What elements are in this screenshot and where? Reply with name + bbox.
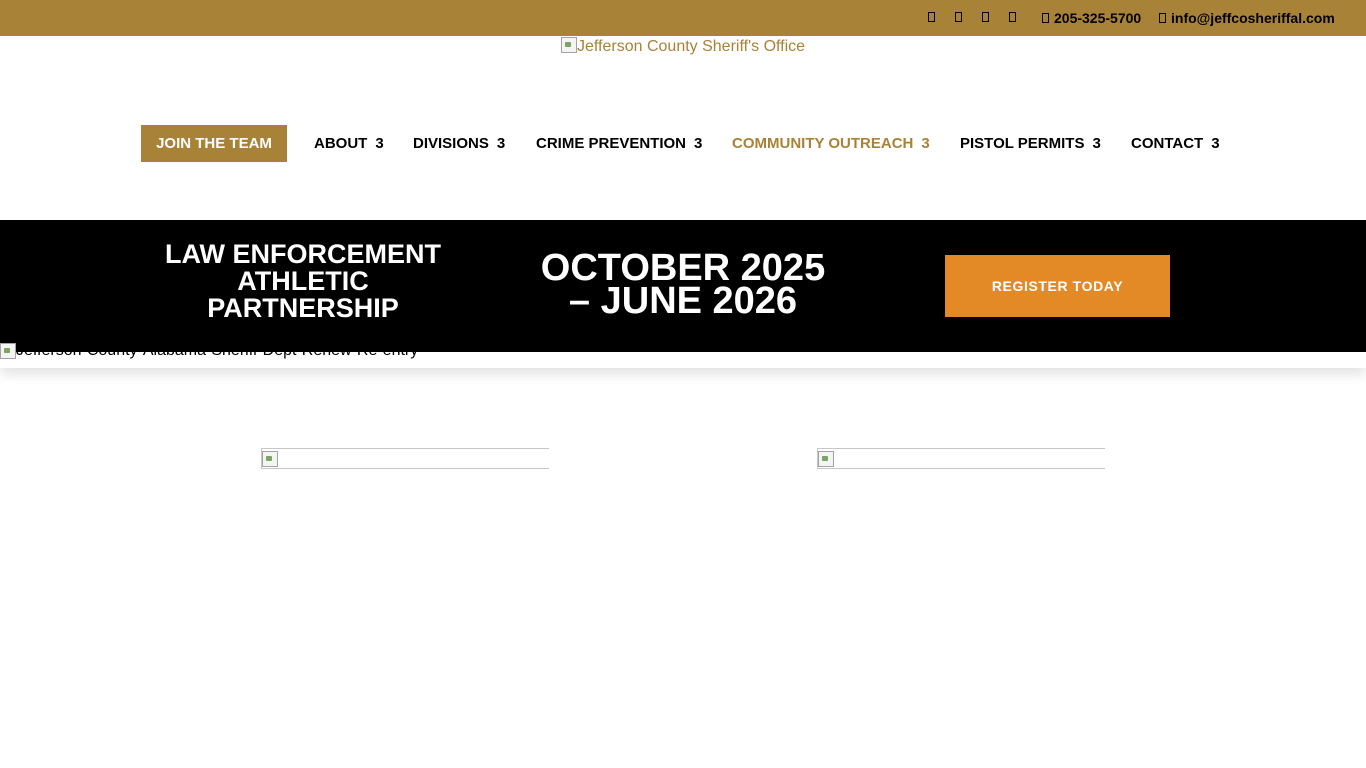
program-title-line: PARTNERSHIP [207, 293, 399, 323]
top-bar: 205-325-5700 info@jeffcosheriffal.com [0, 0, 1366, 36]
envelope-icon [1159, 13, 1166, 23]
youtube-icon[interactable] [1007, 11, 1017, 24]
broken-image-icon [561, 37, 577, 53]
facebook-icon[interactable] [926, 11, 936, 24]
email-address: info@jeffcosheriffal.com [1171, 10, 1335, 26]
email-link[interactable]: info@jeffcosheriffal.com [1159, 10, 1335, 26]
nav-about-label: ABOUT [314, 135, 368, 152]
instagram-icon[interactable] [980, 11, 990, 24]
phone-icon [1042, 13, 1049, 23]
nav-pistol-permits[interactable]: PISTOL PERMITS 3 [960, 134, 1101, 153]
nav-community-outreach[interactable]: COMMUNITY OUTREACH 3 [732, 134, 930, 153]
program-dates: OCTOBER 2025 – JUNE 2026 [532, 249, 834, 322]
phone-link[interactable]: 205-325-5700 [1042, 10, 1141, 26]
hero-image: Jefferson-County-Alabama-Sheriff-Dept-Re… [0, 342, 430, 360]
nav-about[interactable]: ABOUT 3 [314, 134, 384, 153]
nav-pistol-permits-label: PISTOL PERMITS [960, 135, 1085, 152]
nav-crime-prevention-label: CRIME PREVENTION [536, 135, 687, 152]
chevron-down-icon: 3 [921, 135, 930, 152]
nav-divisions-label: DIVISIONS [413, 135, 489, 152]
content-image-left[interactable] [261, 448, 549, 469]
chevron-down-icon: 3 [375, 135, 384, 152]
twitter-icon[interactable] [953, 11, 963, 24]
register-today-button[interactable]: REGISTER TODAY [945, 255, 1170, 317]
chevron-down-icon: 3 [694, 135, 703, 152]
broken-image-icon [262, 451, 278, 467]
logo-alt-text: Jefferson County Sheriff's Office [577, 38, 806, 55]
broken-image-icon [0, 343, 16, 359]
program-title-line: LAW ENFORCEMENT [165, 239, 441, 269]
broken-image-icon [818, 451, 834, 467]
nav-crime-prevention[interactable]: CRIME PREVENTION 3 [536, 134, 702, 153]
hero-alt-text: Jefferson-County-Alabama-Sheriff-Dept-Re… [16, 342, 419, 359]
promo-banner: LAW ENFORCEMENT ATHLETIC PARTNERSHIP OCT… [0, 220, 1366, 352]
nav-contact-label: CONTACT [1131, 135, 1204, 152]
program-date-line: – JUNE 2026 [568, 280, 798, 322]
site-logo[interactable]: Jefferson County Sheriff's Office [561, 37, 805, 57]
nav-contact[interactable]: CONTACT 3 [1131, 134, 1220, 153]
nav-divisions[interactable]: DIVISIONS 3 [413, 134, 505, 153]
program-title: LAW ENFORCEMENT ATHLETIC PARTNERSHIP [152, 241, 454, 322]
program-title-line: ATHLETIC [237, 266, 369, 296]
chevron-down-icon: 3 [1211, 135, 1220, 152]
content-image-right[interactable] [817, 448, 1105, 469]
chevron-down-icon: 3 [496, 135, 506, 152]
join-the-team-button[interactable]: JOIN THE TEAM [141, 125, 287, 162]
nav-community-outreach-label: COMMUNITY OUTREACH [732, 135, 914, 152]
chevron-down-icon: 3 [1092, 135, 1101, 152]
phone-number: 205-325-5700 [1054, 10, 1142, 26]
